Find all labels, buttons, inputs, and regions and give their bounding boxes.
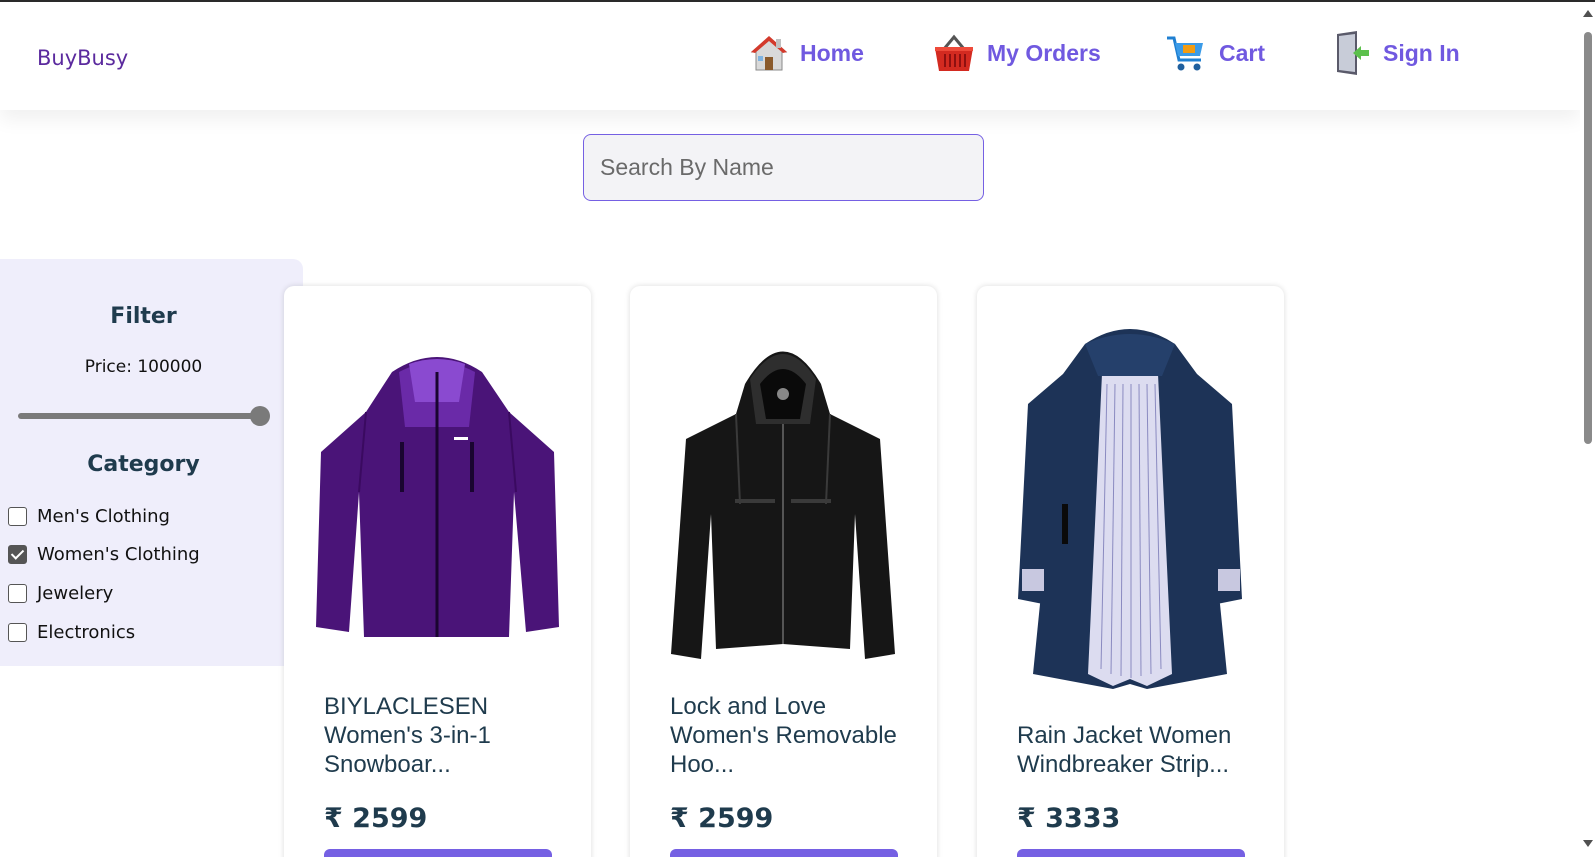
category-checkbox[interactable] xyxy=(8,545,27,564)
category-option[interactable]: Men's Clothing xyxy=(8,506,170,527)
price-slider[interactable] xyxy=(18,406,270,426)
product-image-navy-rain-jacket xyxy=(1018,329,1242,689)
navbar: BuyBusy Home My Orders Cart Sign In xyxy=(0,2,1580,110)
scroll-up-arrow-icon[interactable] xyxy=(1583,10,1593,17)
nav-cart[interactable]: Cart xyxy=(1165,32,1265,74)
product-card[interactable]: Rain Jacket Women Windbreaker Strip... ₹… xyxy=(977,286,1284,857)
product-name: Rain Jacket Women Windbreaker Strip... xyxy=(1017,722,1232,778)
basket-icon xyxy=(933,33,975,73)
product-price: ₹ 2599 xyxy=(324,803,428,834)
brand-logo[interactable]: BuyBusy xyxy=(37,46,128,70)
category-option[interactable]: Electronics xyxy=(8,622,135,643)
category-option[interactable]: Jewelery xyxy=(8,583,113,604)
product-card[interactable]: BIYLACLESEN Women's 3-in-1 Snowboar... ₹… xyxy=(284,286,591,857)
sign-in-door-icon xyxy=(1333,30,1371,76)
category-checkbox[interactable] xyxy=(8,584,27,603)
nav-sign-in[interactable]: Sign In xyxy=(1333,30,1460,76)
category-checkbox[interactable] xyxy=(8,623,27,642)
nav-my-orders[interactable]: My Orders xyxy=(933,32,1101,74)
price-label: Price: 100000 xyxy=(84,357,203,377)
category-option[interactable]: Women's Clothing xyxy=(8,544,200,565)
filter-panel: Filter Price: 100000 Category Men's Clot… xyxy=(0,259,303,666)
category-checkbox[interactable] xyxy=(8,507,27,526)
category-label: Men's Clothing xyxy=(37,506,170,527)
product-name: BIYLACLESEN Women's 3-in-1 Snowboar... xyxy=(324,693,491,778)
cart-icon xyxy=(1165,32,1207,74)
house-icon xyxy=(750,34,788,72)
nav-sign-in-label: Sign In xyxy=(1383,39,1460,66)
product-price: ₹ 2599 xyxy=(670,803,774,834)
search-input[interactable] xyxy=(583,134,984,201)
product-card[interactable]: Lock and Love Women's Removable Hoo... ₹… xyxy=(630,286,937,857)
category-title: Category xyxy=(87,452,200,477)
nav-cart-label: Cart xyxy=(1219,39,1266,66)
category-label: Women's Clothing xyxy=(37,544,200,565)
price-slider-thumb[interactable] xyxy=(250,406,270,426)
scroll-down-arrow-icon[interactable] xyxy=(1583,840,1593,847)
add-to-cart-button[interactable] xyxy=(324,849,552,857)
scrollbar-thumb[interactable] xyxy=(1584,32,1592,444)
add-to-cart-button[interactable] xyxy=(670,849,898,857)
vertical-scrollbar[interactable] xyxy=(1580,2,1595,857)
filter-title: Filter xyxy=(110,304,177,329)
product-name: Lock and Love Women's Removable Hoo... xyxy=(670,693,897,778)
price-slider-track xyxy=(18,413,269,419)
category-label: Electronics xyxy=(37,622,136,643)
product-image-black-leather-jacket xyxy=(671,351,895,659)
nav-my-orders-label: My Orders xyxy=(987,39,1101,66)
category-label: Jewelery xyxy=(37,583,114,604)
product-price: ₹ 3333 xyxy=(1017,803,1121,834)
add-to-cart-button[interactable] xyxy=(1017,849,1245,857)
nav-home-label: Home xyxy=(800,39,864,66)
product-image-purple-jacket xyxy=(316,357,559,637)
nav-home[interactable]: Home xyxy=(750,32,864,74)
